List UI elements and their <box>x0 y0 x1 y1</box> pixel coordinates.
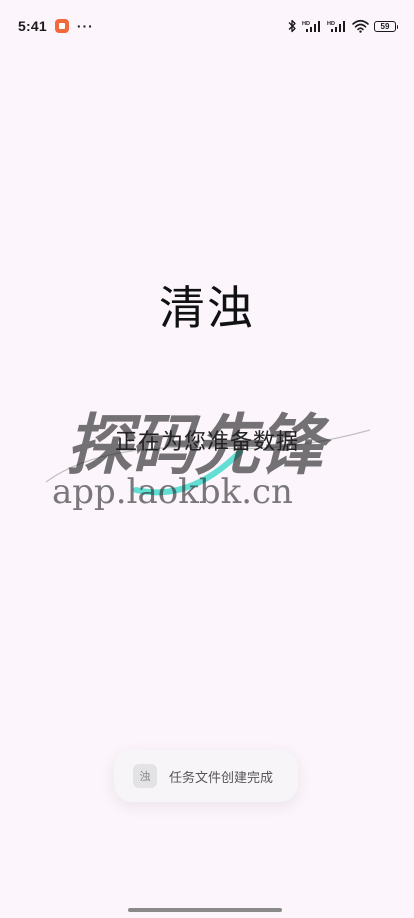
signal-hd-icon-2: HD <box>327 21 345 32</box>
status-time: 5:41 <box>18 18 47 34</box>
app-notification-icon <box>54 19 69 33</box>
svg-text:HD: HD <box>327 21 335 27</box>
toast-message: 任务文件创建完成 <box>169 770 274 786</box>
app-icon: 浊 <box>133 764 157 788</box>
status-bar: 5:41 ··· HD HD 59 <box>0 0 414 52</box>
status-left: 5:41 ··· <box>18 18 94 34</box>
status-right: HD HD 59 <box>287 19 398 33</box>
watermark-url: app.laokbk.cn <box>52 472 293 512</box>
toast: 浊 任务文件创建完成 <box>114 750 298 802</box>
svg-text:HD: HD <box>302 21 310 27</box>
app-screen: 5:41 ··· HD HD 59 清浊 探码先锋 app.laokbk.cn … <box>0 0 414 918</box>
app-title: 清浊 <box>159 281 255 335</box>
battery-icon: 59 <box>374 20 398 32</box>
home-indicator[interactable] <box>128 908 282 912</box>
signal-hd-icon: HD <box>302 21 320 32</box>
watermark: 探码先锋 app.laokbk.cn <box>40 392 380 522</box>
loading-text: 正在为您准备数据 <box>114 430 299 455</box>
bluetooth-icon <box>288 19 296 33</box>
wifi-icon <box>352 19 369 33</box>
more-notifications-icon: ··· <box>76 18 94 34</box>
battery-level: 59 <box>380 21 390 31</box>
